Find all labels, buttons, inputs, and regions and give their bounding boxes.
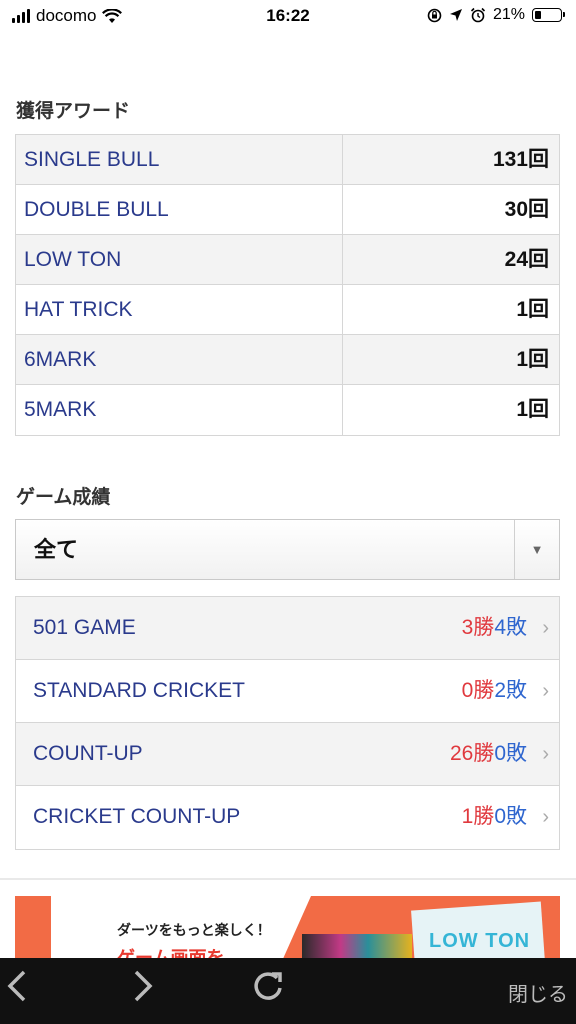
award-count: 24回 — [504, 248, 549, 271]
award-count: 131回 — [492, 148, 549, 171]
award-count: 1回 — [516, 298, 549, 321]
wins: 0勝 — [461, 679, 495, 702]
award-name: 6MARK — [16, 335, 343, 384]
award-name: SINGLE BULL — [16, 135, 343, 184]
losses: 0敗 — [494, 742, 527, 765]
browser-toolbar: 閉じる — [0, 958, 576, 1024]
list-item[interactable]: STANDARD CRICKET 0勝2敗 › — [16, 660, 559, 723]
table-row: LOW TON 24回 — [16, 235, 559, 285]
table-row: SINGLE BULL 131回 — [16, 135, 559, 185]
banner-headline: ゲーム画面を — [117, 948, 225, 958]
wins: 1勝 — [461, 805, 495, 828]
wins: 26勝 — [449, 742, 495, 765]
reload-icon[interactable] — [250, 968, 286, 1013]
list-item[interactable]: CRICKET COUNT-UP 1勝0敗 › — [16, 786, 559, 849]
list-item[interactable]: 501 GAME 3勝4敗 › — [16, 597, 559, 660]
game-name: COUNT-UP — [33, 742, 143, 765]
table-row: 5MARK 1回 — [16, 385, 559, 435]
alarm-icon — [470, 7, 486, 23]
game-name: 501 GAME — [33, 616, 136, 639]
award-count: 1回 — [516, 398, 549, 421]
chevron-right-icon: › — [542, 680, 549, 702]
dropdown-arrow-icon[interactable]: ▼ — [514, 520, 559, 579]
chevron-right-icon: › — [542, 743, 549, 765]
battery-icon — [532, 8, 565, 22]
award-count: 30回 — [504, 198, 549, 221]
awards-table: SINGLE BULL 131回 DOUBLE BULL 30回 LOW TON… — [15, 134, 560, 436]
section-divider — [0, 878, 576, 880]
wins: 3勝 — [461, 616, 495, 639]
status-right: 21% — [427, 6, 565, 24]
award-name: HAT TRICK — [16, 285, 343, 334]
filter-selected-value: 全て — [34, 537, 79, 562]
banner-tagline: ダーツをもっと楽しく！ — [117, 922, 271, 938]
award-name: LOW TON — [16, 235, 343, 284]
list-item[interactable]: COUNT-UP 26勝0敗 › — [16, 723, 559, 786]
banner-logo: LOW TON — [429, 930, 531, 952]
game-record: 1勝0敗 — [462, 786, 527, 848]
game-results-list: 501 GAME 3勝4敗 › STANDARD CRICKET 0勝2敗 › … — [15, 596, 560, 850]
awards-title: 獲得アワード — [16, 101, 131, 122]
losses: 4敗 — [494, 616, 527, 639]
game-filter-select[interactable]: 全て ▼ — [15, 519, 560, 580]
game-name: STANDARD CRICKET — [33, 679, 245, 702]
close-button[interactable]: 閉じる — [508, 978, 568, 1007]
game-name: CRICKET COUNT-UP — [33, 805, 241, 828]
losses: 0敗 — [494, 805, 527, 828]
award-name: DOUBLE BULL — [16, 185, 343, 234]
chevron-right-icon: › — [542, 617, 549, 639]
table-row: 6MARK 1回 — [16, 335, 559, 385]
award-name: 5MARK — [16, 385, 343, 435]
back-arrow-icon[interactable] — [4, 968, 30, 1013]
table-row: DOUBLE BULL 30回 — [16, 185, 559, 235]
chevron-right-icon: › — [542, 806, 549, 828]
award-count: 1回 — [516, 348, 549, 371]
table-row: HAT TRICK 1回 — [16, 285, 559, 335]
battery-percent: 21% — [492, 6, 525, 23]
status-bar: docomo 16:22 21% — [0, 0, 576, 34]
game-record: 0勝2敗 — [462, 660, 527, 722]
banner-artwork — [302, 934, 412, 958]
losses: 2敗 — [494, 679, 527, 702]
promo-banner[interactable]: ダーツをもっと楽しく！ ゲーム画面を LOW TON — [15, 896, 560, 958]
game-record: 3勝4敗 — [462, 597, 527, 659]
forward-arrow-icon[interactable] — [130, 968, 156, 1013]
games-title: ゲーム成績 — [16, 487, 111, 508]
rotation-lock-icon — [427, 8, 442, 22]
location-icon — [449, 9, 462, 21]
game-record: 26勝0敗 — [450, 723, 527, 785]
